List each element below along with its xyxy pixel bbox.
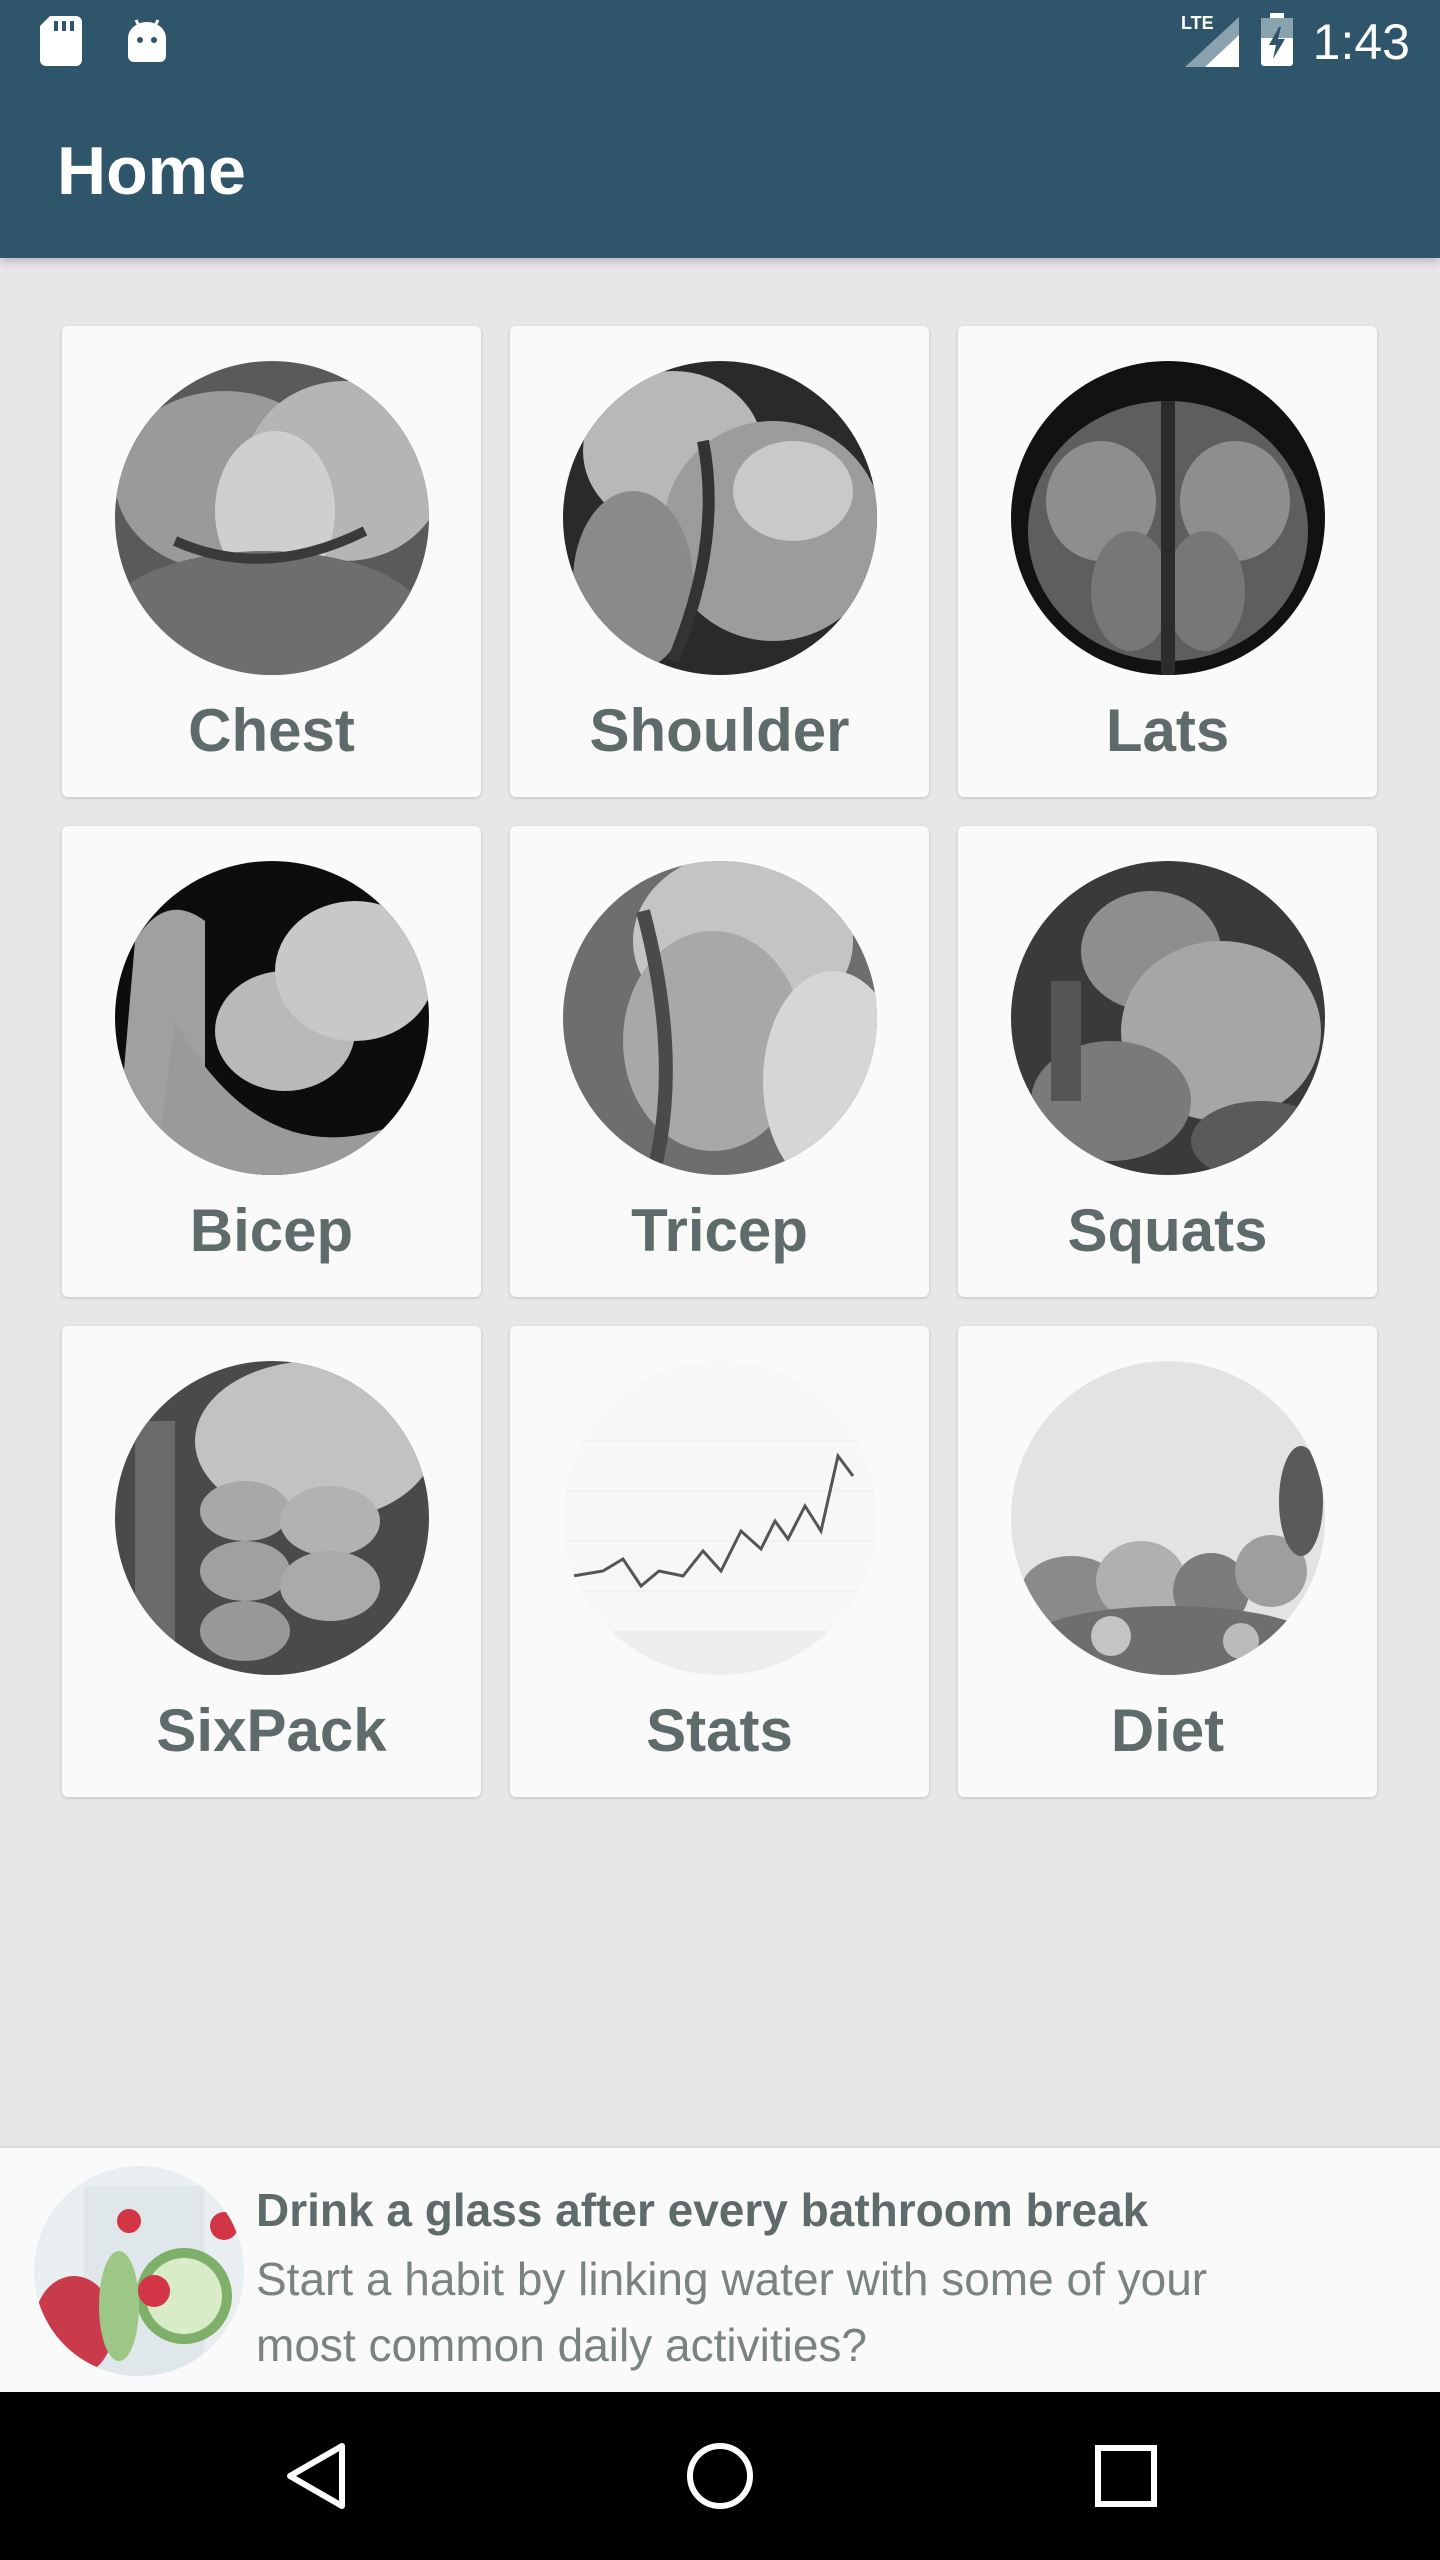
squats-image xyxy=(1011,861,1325,1175)
tip-card[interactable]: Drink a glass after every bathroom break… xyxy=(0,2148,1440,2392)
tile-squats[interactable]: Squats xyxy=(958,826,1377,1297)
tile-label: Chest xyxy=(188,697,355,764)
battery-charging-icon xyxy=(1259,12,1295,72)
sd-card-icon xyxy=(40,16,82,71)
lats-image xyxy=(1011,361,1325,675)
tile-label: Tricep xyxy=(631,1197,808,1264)
status-bar: LTE 1:43 xyxy=(0,0,1440,84)
tile-label: Squats xyxy=(1067,1197,1268,1264)
tile-stats[interactable]: Stats xyxy=(510,1326,929,1797)
tricep-image xyxy=(563,861,877,1175)
diet-image xyxy=(1011,1361,1325,1675)
tile-label: Lats xyxy=(1105,697,1230,764)
recents-icon[interactable] xyxy=(1086,2436,1166,2516)
clock: 1:43 xyxy=(1312,14,1410,70)
android-icon xyxy=(126,18,168,69)
chest-image xyxy=(115,361,429,675)
tile-label: Shoulder xyxy=(589,697,850,764)
tile-diet[interactable]: Diet xyxy=(958,1326,1377,1797)
tile-tricep[interactable]: Tricep xyxy=(510,826,929,1297)
tile-lats[interactable]: Lats xyxy=(958,326,1377,797)
navigation-bar xyxy=(0,2392,1440,2560)
tile-label: SixPack xyxy=(156,1697,387,1764)
page-title: Home xyxy=(57,133,246,209)
home-icon[interactable] xyxy=(680,2436,760,2516)
tip-body: Start a habit by linking water with some… xyxy=(256,2253,1208,2371)
tile-label: Bicep xyxy=(189,1197,354,1264)
tile-shoulder[interactable]: Shoulder xyxy=(510,326,929,797)
tile-label: Stats xyxy=(646,1697,793,1764)
tile-bicep[interactable]: Bicep xyxy=(62,826,481,1297)
tile-sixpack[interactable]: SixPack xyxy=(62,1326,481,1797)
back-icon[interactable] xyxy=(276,2436,356,2516)
stats-chart-image xyxy=(563,1361,877,1675)
lte-signal-icon: LTE xyxy=(1181,13,1241,72)
svg-text:LTE: LTE xyxy=(1181,13,1214,33)
bicep-image xyxy=(115,861,429,1175)
exercise-grid: Chest Shoulder Lats Bicep Tricep Squats … xyxy=(62,326,1378,1797)
sixpack-image xyxy=(115,1361,429,1675)
shoulder-image xyxy=(563,361,877,675)
water-glass-image xyxy=(34,2166,244,2376)
tile-label: Diet xyxy=(1110,1697,1225,1764)
tip-title: Drink a glass after every bathroom break xyxy=(256,2184,1149,2236)
app-bar: Home xyxy=(0,84,1440,258)
tile-chest[interactable]: Chest xyxy=(62,326,481,797)
